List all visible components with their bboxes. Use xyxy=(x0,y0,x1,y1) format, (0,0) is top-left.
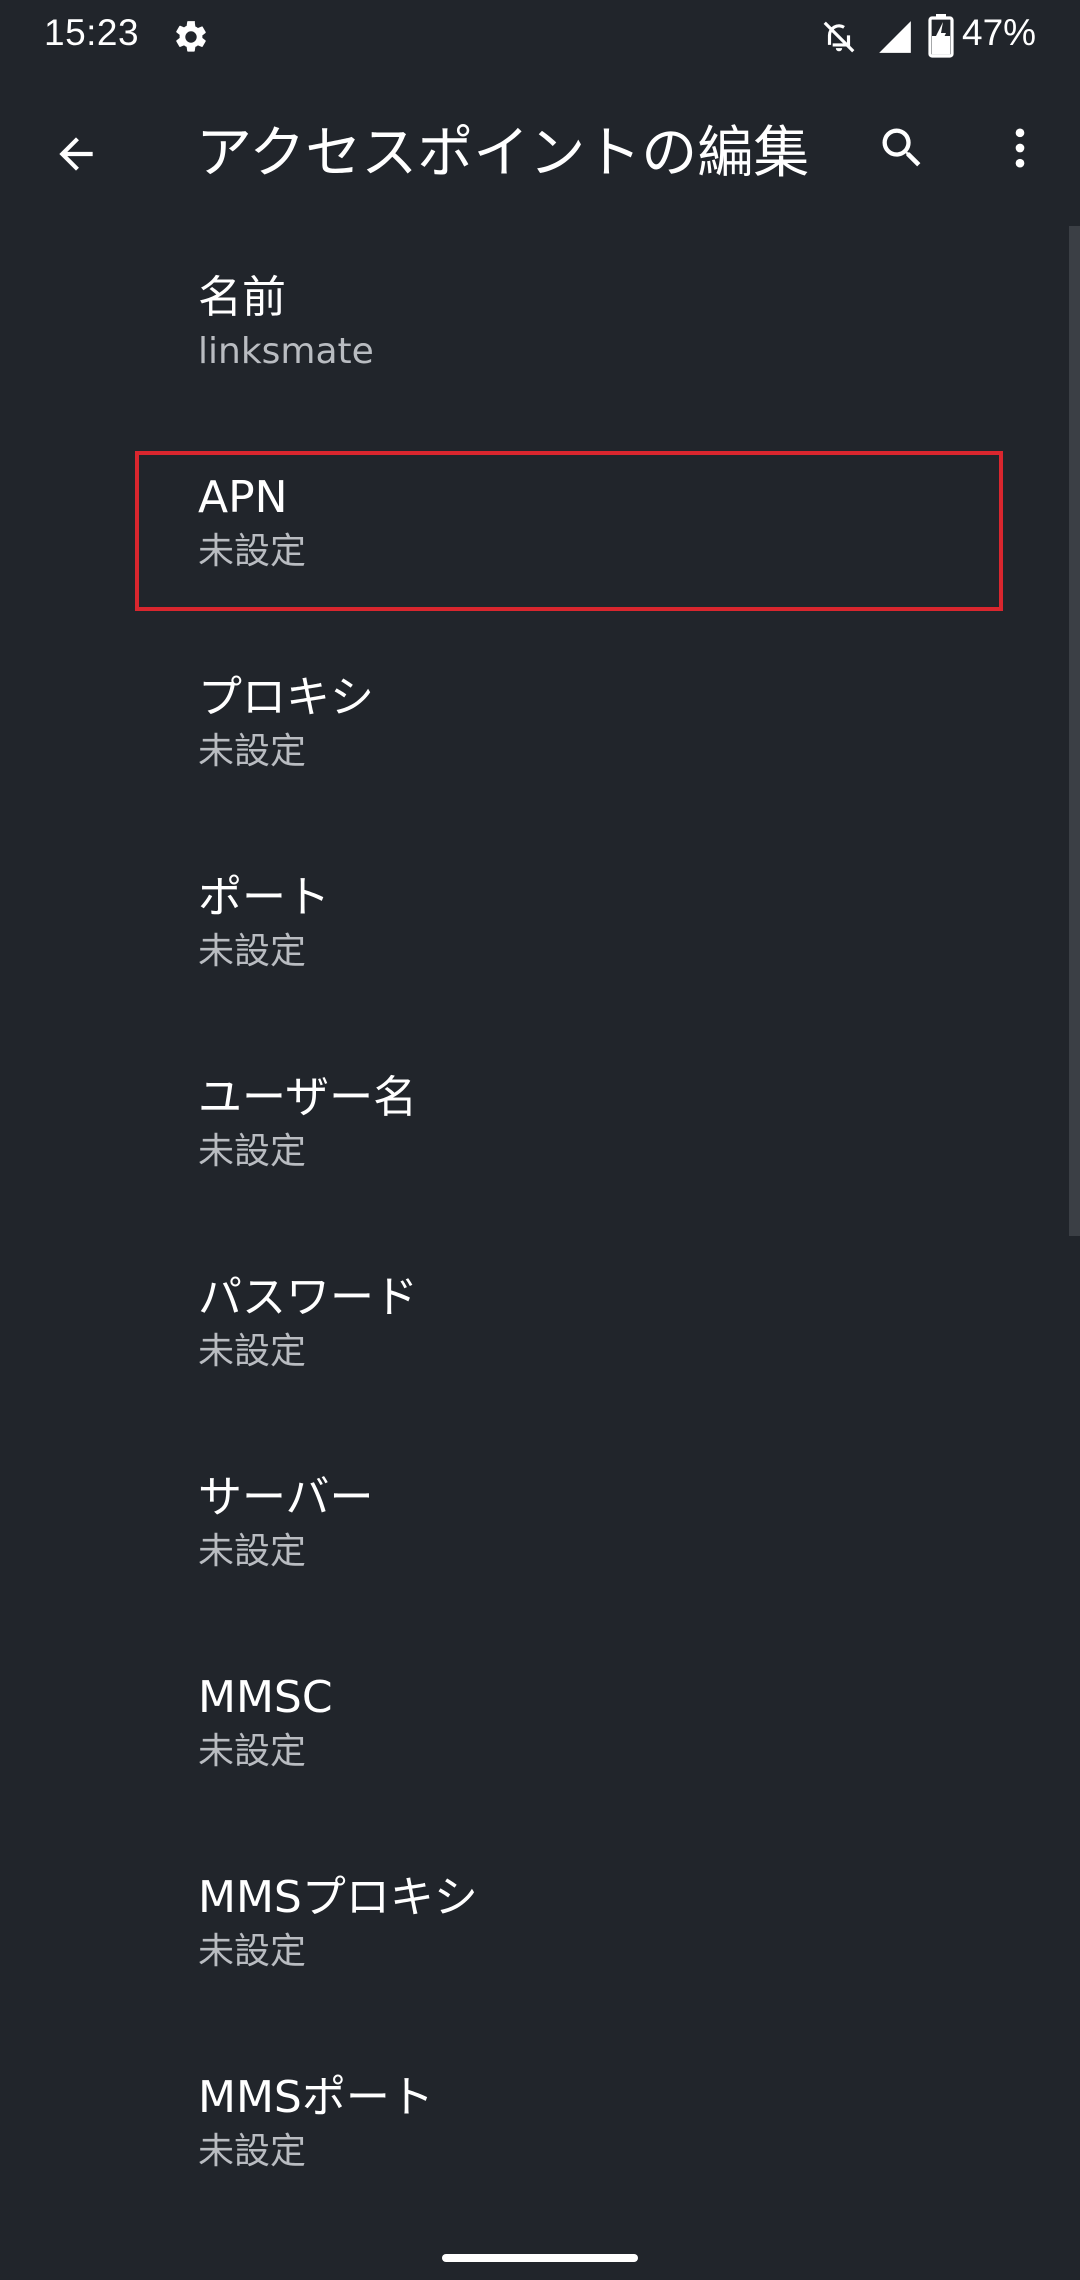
cell-signal-icon xyxy=(879,21,911,53)
pref-summary: 未設定 xyxy=(198,731,307,772)
back-button[interactable] xyxy=(36,114,116,194)
pref-title: MMSプロキシ xyxy=(198,1872,478,1923)
pref-item-username[interactable]: ユーザー名 未設定 xyxy=(0,1026,1060,1226)
pref-title: 名前 xyxy=(198,272,286,323)
app-bar: アクセスポイントの編集 xyxy=(0,74,1080,226)
pref-title: MMSC xyxy=(198,1672,333,1723)
nav-gesture-handle[interactable] xyxy=(442,2254,638,2262)
page-title: アクセスポイントの編集 xyxy=(196,121,810,186)
pref-summary: 未設定 xyxy=(198,2131,307,2172)
pref-item-proxy[interactable]: プロキシ 未設定 xyxy=(0,626,1060,826)
gear-icon xyxy=(176,21,206,52)
pref-title: ポート xyxy=(198,872,330,923)
battery-charging-icon xyxy=(928,14,954,58)
pref-item-mmsc[interactable]: MMSC 未設定 xyxy=(0,1626,1060,1826)
pref-summary: linksmate xyxy=(198,331,374,372)
more-options-button[interactable] xyxy=(980,108,1060,188)
pref-item-password[interactable]: パスワード 未設定 xyxy=(0,1226,1060,1426)
pref-item-server[interactable]: サーバー 未設定 xyxy=(0,1426,1060,1626)
pref-title: ユーザー名 xyxy=(198,1072,418,1123)
notifications-off-icon xyxy=(823,21,855,53)
pref-summary: 未設定 xyxy=(198,1531,307,1572)
pref-title: MMSポート xyxy=(198,2072,434,2123)
pref-summary: 未設定 xyxy=(198,1131,307,1172)
arrow-back-icon xyxy=(59,137,93,171)
pref-summary: 未設定 xyxy=(198,1931,307,1972)
search-icon xyxy=(882,128,921,167)
more-vert-icon xyxy=(1015,128,1025,168)
highlight-box xyxy=(135,451,1003,611)
search-button[interactable] xyxy=(862,108,942,188)
pref-summary: 未設定 xyxy=(198,1731,307,1772)
battery-percent: 47% xyxy=(962,12,1037,53)
pref-summary: 未設定 xyxy=(198,1331,307,1372)
pref-title: パスワード xyxy=(198,1272,418,1323)
pref-summary: 未設定 xyxy=(198,931,307,972)
pref-item-port[interactable]: ポート 未設定 xyxy=(0,826,1060,1026)
pref-title: サーバー xyxy=(198,1472,374,1523)
pref-item-mms-proxy[interactable]: MMSプロキシ 未設定 xyxy=(0,1826,1060,2026)
status-bar: 15:23 47% xyxy=(0,0,1080,74)
pref-item-name[interactable]: 名前 linksmate xyxy=(0,226,1060,426)
status-time: 15:23 xyxy=(44,12,140,53)
pref-item-mms-port[interactable]: MMSポート 未設定 xyxy=(0,2026,1060,2226)
pref-title: プロキシ xyxy=(198,672,374,723)
scrollbar[interactable] xyxy=(1069,226,1080,1236)
